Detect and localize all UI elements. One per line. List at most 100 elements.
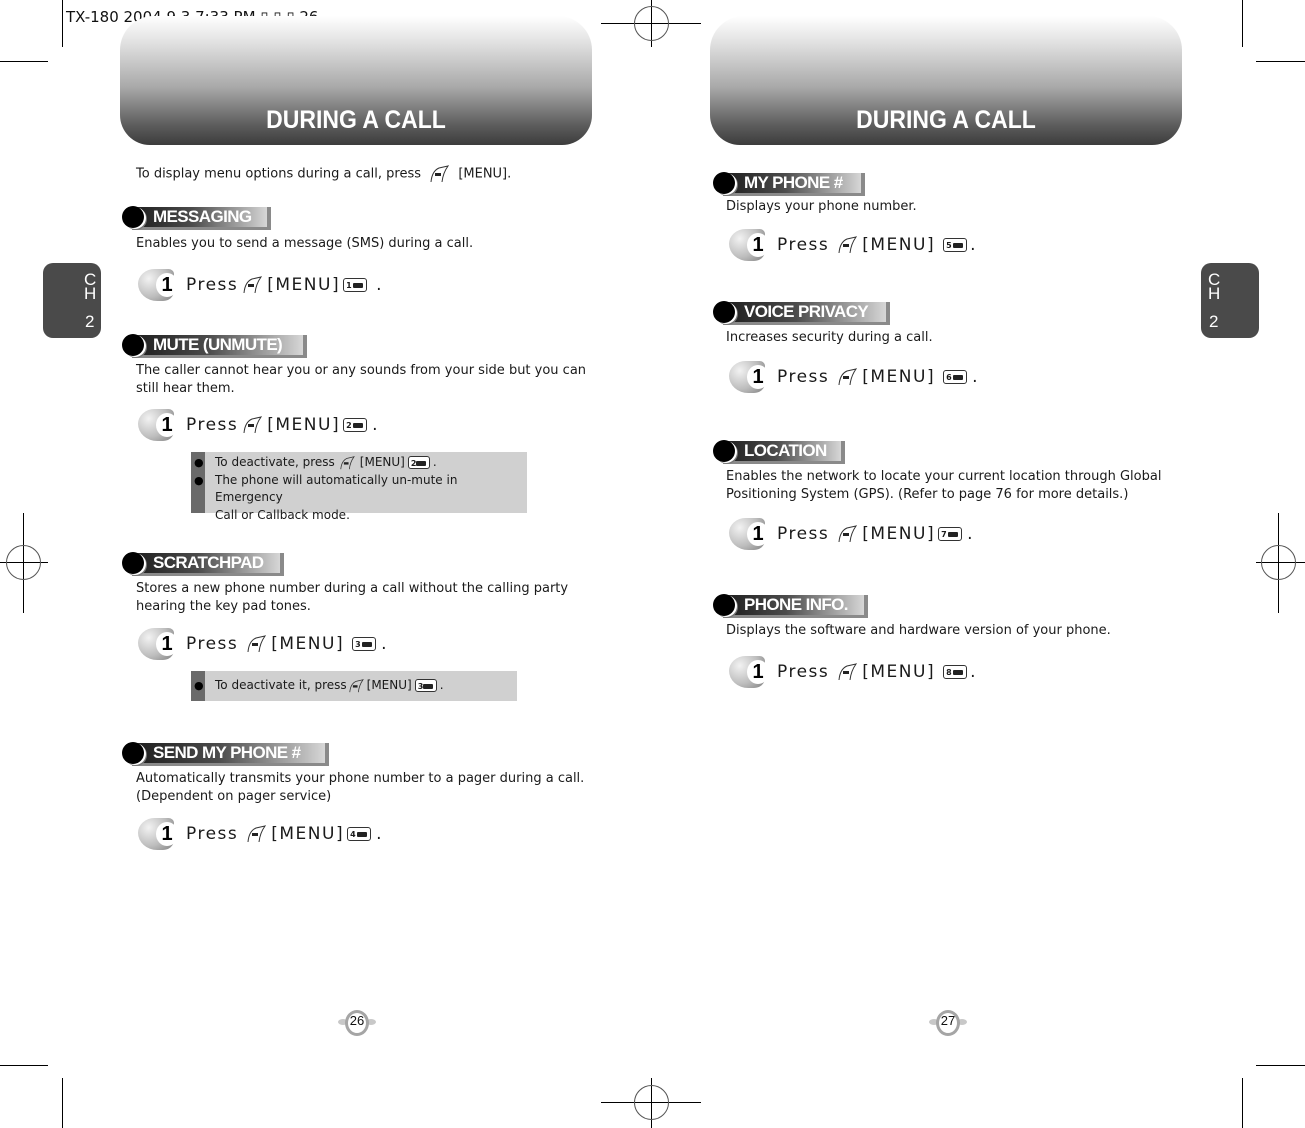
crop-mark xyxy=(62,0,63,47)
step-instruction: 1 Press [MENU] 3 . xyxy=(138,628,388,660)
menu-softkey-icon xyxy=(246,825,267,843)
section-title: MUTE (UNMUTE) xyxy=(153,335,283,354)
bullet-dot-icon xyxy=(713,594,735,616)
menu-softkey-icon xyxy=(837,525,858,543)
page-title: DURING A CALL xyxy=(266,106,446,134)
keypad-key-icon: 6 xyxy=(943,370,968,384)
section-header-voice-privacy: VOICE PRIVACY xyxy=(713,299,893,325)
section-header-phone-info: PHONE INFO. xyxy=(713,592,871,618)
chapter-tab: C H 2 xyxy=(1201,263,1259,338)
keypad-key-icon: 3 xyxy=(352,637,377,651)
crop-mark xyxy=(1242,1078,1243,1128)
step-instruction: 1 Press [MENU] 2 . xyxy=(138,409,379,441)
section-title: MY PHONE # xyxy=(744,173,843,192)
note-text: To deactivate, press [MENU] 2 . The phon… xyxy=(215,455,458,522)
menu-softkey-icon xyxy=(242,276,263,294)
registration-circle xyxy=(6,545,41,580)
page-banner: DURING A CALL xyxy=(120,16,592,145)
step-number-badge: 1 xyxy=(729,518,771,550)
section-title: VOICE PRIVACY xyxy=(744,302,869,321)
step-instruction: 1 Press [MENU] 7 . xyxy=(729,518,974,550)
section-description: Displays your phone number. xyxy=(726,199,917,214)
crop-mark xyxy=(1242,0,1243,47)
step-instruction: 1 Press [MENU] 6 . xyxy=(729,361,979,393)
note-bullets: ● ● xyxy=(194,456,204,487)
page-number: 27 xyxy=(929,1008,967,1038)
section-title: MESSAGING xyxy=(153,207,252,226)
bullet-dot-icon xyxy=(713,440,735,462)
step-number-badge: 1 xyxy=(138,409,180,441)
section-title: LOCATION xyxy=(744,441,827,460)
keypad-key-icon: 8 xyxy=(943,665,968,679)
keypad-key-icon: 5 xyxy=(943,238,968,252)
step-instruction: 1 Press [MENU] 5 . xyxy=(729,229,977,261)
chapter-letter: H xyxy=(84,284,97,303)
note-text: To deactivate it, press [MENU] 3 . xyxy=(215,678,444,693)
bullet-dot-icon xyxy=(713,172,735,194)
bullet-dot-icon xyxy=(713,301,735,323)
bullet-dot-icon xyxy=(122,206,144,228)
step-number-badge: 1 xyxy=(138,818,180,850)
section-description: Stores a new phone number during a call … xyxy=(136,581,569,614)
registration-circle xyxy=(634,6,669,41)
bullet-dot-icon xyxy=(122,334,144,356)
page-number: 26 xyxy=(338,1008,376,1038)
crop-mark xyxy=(0,61,48,62)
section-header-location: LOCATION xyxy=(713,438,848,464)
menu-softkey-icon xyxy=(429,165,450,183)
chapter-letter: H xyxy=(1208,284,1221,303)
section-description: The caller cannot hear you or any sounds… xyxy=(136,363,587,396)
crop-mark xyxy=(1256,61,1305,62)
page-banner: DURING A CALL xyxy=(710,16,1182,145)
menu-softkey-icon xyxy=(339,455,355,470)
section-header-messaging: MESSAGING xyxy=(122,204,272,230)
step-number-badge: 1 xyxy=(138,628,180,660)
crop-mark xyxy=(62,1078,63,1128)
step-number-badge: 1 xyxy=(729,361,771,393)
intro-text: To display menu options during a call, p… xyxy=(136,165,512,183)
note-bullets: ● xyxy=(194,679,204,692)
keypad-key-icon: 2 xyxy=(343,418,368,432)
section-title: SEND MY PHONE # xyxy=(153,743,301,762)
menu-softkey-icon xyxy=(837,663,858,681)
note-box: ● To deactivate it, press [MENU] 3 . xyxy=(191,671,517,701)
menu-softkey-icon xyxy=(348,678,364,693)
registration-circle xyxy=(1261,545,1296,580)
step-number-badge: 1 xyxy=(729,229,771,261)
crop-mark xyxy=(0,1065,48,1066)
step-instruction: 1 Press [MENU] 4 . xyxy=(138,818,383,850)
keypad-key-icon: 1 xyxy=(343,278,368,292)
section-title: PHONE INFO. xyxy=(744,595,849,614)
registration-circle xyxy=(634,1085,669,1120)
bullet-dot-icon xyxy=(122,552,144,574)
bullet-dot-icon xyxy=(122,742,144,764)
menu-softkey-icon xyxy=(837,236,858,254)
section-title: SCRATCHPAD xyxy=(153,553,264,572)
note-box: ● ● To deactivate, press [MENU] 2 . The p… xyxy=(191,452,527,522)
chapter-number: 2 xyxy=(1209,312,1219,331)
menu-softkey-icon xyxy=(242,416,263,434)
section-description: Enables you to send a message (SMS) duri… xyxy=(136,236,474,251)
section-header-my-phone: MY PHONE # xyxy=(713,170,868,196)
step-number-badge: 1 xyxy=(729,656,771,688)
menu-softkey-icon xyxy=(246,635,267,653)
page-title: DURING A CALL xyxy=(856,106,1036,134)
step-instruction: 1 Press [MENU] 8 . xyxy=(729,656,977,688)
step-number-badge: 1 xyxy=(138,269,180,301)
menu-softkey-icon xyxy=(837,368,858,386)
section-header-mute: MUTE (UNMUTE) xyxy=(122,332,312,358)
section-description: Increases security during a call. xyxy=(726,330,933,345)
section-description: Automatically transmits your phone numbe… xyxy=(136,771,585,804)
keypad-key-icon: 3 xyxy=(414,679,437,693)
section-header-scratchpad: SCRATCHPAD xyxy=(122,550,287,576)
keypad-key-icon: 7 xyxy=(938,527,963,541)
crop-mark xyxy=(1256,1065,1305,1066)
section-description: Enables the network to locate your curre… xyxy=(726,469,1162,502)
keypad-key-icon: 4 xyxy=(347,827,372,841)
section-description: Displays the software and hardware versi… xyxy=(726,623,1111,638)
step-instruction: 1 Press [MENU] 1 . xyxy=(138,269,383,301)
section-header-send-my-phone: SEND MY PHONE # xyxy=(122,740,332,766)
chapter-tab: C H 2 xyxy=(43,263,101,338)
keypad-key-icon: 2 xyxy=(407,456,430,470)
chapter-number: 2 xyxy=(85,312,95,331)
